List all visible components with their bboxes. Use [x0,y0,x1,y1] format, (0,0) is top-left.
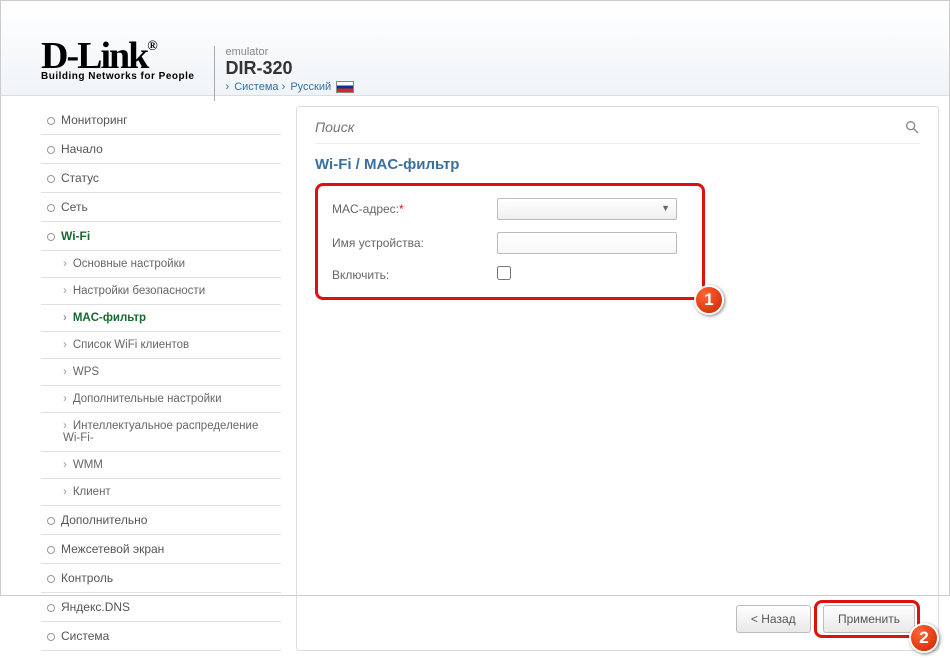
sidebar-sub-basic[interactable]: Основные настройки [41,251,281,278]
divider [214,46,215,101]
breadcrumb-lang[interactable]: Русский [290,81,331,93]
main-panel: Wi-Fi / MAC-фильтр MAC-адрес:* Имя устро… [296,106,939,651]
sidebar-sub-clients[interactable]: Список WiFi клиентов [41,332,281,359]
header: D-Link® Building Networks for People emu… [1,1,949,96]
apply-button-highlight: Применить 2 [814,600,920,638]
mac-address-select[interactable] [497,198,677,220]
sidebar-sub-advanced[interactable]: Дополнительные настройки [41,386,281,413]
sidebar-sub-security[interactable]: Настройки безопасности [41,278,281,305]
page-title: Wi-Fi / MAC-фильтр [315,156,920,173]
device-name-label: Имя устройства: [332,236,487,250]
chevron-right-icon: › [225,81,229,93]
chevron-right-icon: › [282,81,286,93]
sidebar-item-system[interactable]: Система [41,622,281,651]
device-name-input[interactable] [497,232,677,254]
logo-subtitle: Building Networks for People [41,71,194,82]
sidebar: Мониторинг Начало Статус Сеть Wi-Fi Осно… [41,106,281,651]
breadcrumb-system[interactable]: Система [234,81,278,93]
sidebar-item-start[interactable]: Начало [41,135,281,164]
header-info: emulator DIR-320 › Система › Русский [225,11,354,93]
sidebar-sub-macfilter[interactable]: MAC-фильтр [41,305,281,332]
enable-checkbox[interactable] [497,266,511,280]
apply-button[interactable]: Применить [823,605,915,633]
sidebar-sub-wmm[interactable]: WMM [41,452,281,479]
sidebar-item-network[interactable]: Сеть [41,193,281,222]
model-name: DIR-320 [225,58,354,79]
logo-text: D-Link® [41,41,194,71]
annotation-badge-1: 1 [694,285,724,315]
emulator-label: emulator [225,46,354,58]
sidebar-item-yandexdns[interactable]: Яндекс.DNS [41,593,281,622]
search-input[interactable] [315,119,904,135]
sidebar-item-status[interactable]: Статус [41,164,281,193]
sidebar-item-control[interactable]: Контроль [41,564,281,593]
sidebar-sub-smartdist[interactable]: Интеллектуальное распределение Wi-Fi- [41,413,281,452]
sidebar-sub-client[interactable]: Клиент [41,479,281,506]
ru-flag-icon[interactable] [336,81,354,93]
sidebar-item-advanced[interactable]: Дополнительно [41,506,281,535]
back-button[interactable]: < Назад [736,605,811,633]
mac-filter-form: MAC-адрес:* Имя устройства: Включить: 1 [315,183,705,300]
sidebar-item-monitoring[interactable]: Мониторинг [41,106,281,135]
sidebar-sub-wps[interactable]: WPS [41,359,281,386]
enable-label: Включить: [332,268,487,282]
breadcrumb[interactable]: › Система › Русский [225,81,354,93]
search-row [315,119,920,144]
annotation-badge-2: 2 [909,623,939,653]
sidebar-item-firewall[interactable]: Межсетевой экран [41,535,281,564]
mac-address-label: MAC-адрес:* [332,202,487,216]
logo: D-Link® Building Networks for People [41,11,194,82]
search-icon[interactable] [904,119,920,135]
sidebar-item-wifi[interactable]: Wi-Fi [41,222,281,251]
